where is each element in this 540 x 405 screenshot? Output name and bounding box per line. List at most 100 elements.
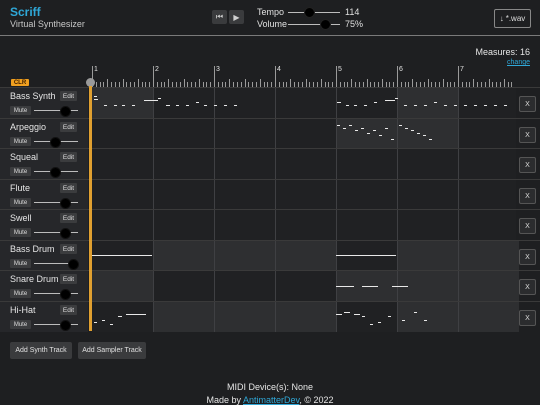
measure-divider [397, 119, 398, 149]
track-remove-button[interactable]: X [519, 96, 536, 112]
track-edit-button[interactable]: Edit [60, 213, 77, 223]
track-lane[interactable] [92, 241, 519, 271]
track-remove-button[interactable]: X [519, 310, 536, 326]
measure-divider [397, 180, 398, 210]
track-edit-button[interactable]: Edit [60, 91, 77, 101]
volume-slider-track[interactable] [288, 24, 340, 25]
track-lane[interactable] [92, 149, 516, 179]
skip-back-button[interactable]: ⏮ [212, 10, 227, 24]
track-volume-slider[interactable] [34, 202, 78, 203]
measure-divider [214, 149, 215, 179]
note-mark [336, 255, 396, 256]
track-lane[interactable] [92, 271, 519, 301]
add-sampler-track-button[interactable]: Add Sampler Track [78, 342, 146, 359]
measure-divider [275, 241, 276, 271]
track-mute-button[interactable]: Mute [10, 320, 31, 329]
measure-divider [458, 241, 459, 271]
track-row: Snare Drum Edit Mute X [0, 270, 540, 301]
track-lane[interactable] [92, 180, 516, 210]
pattern-block[interactable] [397, 88, 458, 118]
track-remove-button[interactable]: X [519, 279, 536, 295]
clear-button[interactable]: CLR [11, 79, 29, 86]
author-link[interactable]: AntimatterDev [243, 395, 299, 405]
track-remove-button[interactable]: X [519, 249, 536, 265]
ruler-tick [229, 79, 231, 87]
track-remove-button[interactable]: X [519, 157, 536, 173]
ruler-measure-number: 3 [216, 66, 220, 73]
pattern-block[interactable] [92, 88, 153, 118]
measure-divider [153, 88, 154, 118]
track-lane[interactable] [92, 119, 516, 149]
track-remove-button[interactable]: X [519, 127, 536, 143]
track-volume-knob[interactable] [60, 106, 71, 117]
note-mark [336, 314, 342, 315]
track-edit-button[interactable]: Edit [60, 152, 77, 162]
credit-suffix: , © 2022 [299, 395, 334, 405]
track-volume-knob[interactable] [60, 198, 71, 209]
track-mute-button[interactable]: Mute [10, 259, 31, 268]
measure-divider [153, 241, 154, 271]
track-lane[interactable] [92, 302, 519, 332]
track-edit-button[interactable]: Edit [60, 305, 77, 315]
measure-divider [336, 210, 337, 240]
note-mark [122, 105, 125, 106]
measure-divider [153, 210, 154, 240]
ruler-tick [381, 79, 383, 87]
track-volume-slider[interactable] [34, 324, 78, 325]
track-mute-button[interactable]: Mute [10, 137, 31, 146]
note-mark [378, 322, 381, 323]
track-volume-knob[interactable] [60, 289, 71, 300]
tempo-slider-knob[interactable] [304, 7, 315, 18]
note-mark [504, 105, 507, 106]
note-mark [94, 96, 97, 97]
track-volume-knob[interactable] [60, 228, 71, 239]
track-volume-knob[interactable] [60, 320, 71, 331]
note-mark [355, 130, 358, 131]
measure-divider [153, 149, 154, 179]
measure-divider [275, 180, 276, 210]
track-remove-button[interactable]: X [519, 218, 536, 234]
note-mark [434, 102, 437, 103]
track-volume-slider[interactable] [34, 110, 78, 111]
note-mark [114, 105, 117, 106]
track-mute-button[interactable]: Mute [10, 106, 31, 115]
track-edit-button[interactable]: Edit [60, 274, 77, 284]
note-mark [132, 105, 135, 106]
pattern-block[interactable] [153, 241, 336, 271]
track-lane[interactable] [92, 210, 516, 240]
track-remove-button[interactable]: X [519, 188, 536, 204]
track-volume-knob[interactable] [50, 137, 61, 148]
play-button[interactable]: ▶ [229, 10, 244, 24]
track-mute-button[interactable]: Mute [10, 289, 31, 298]
playhead-line [89, 86, 92, 331]
track-edit-button[interactable]: Edit [60, 122, 77, 132]
track-edit-button[interactable]: Edit [60, 244, 77, 254]
pattern-block[interactable] [92, 271, 153, 301]
download-wav-button[interactable]: ↓ *.wav [494, 9, 531, 28]
volume-slider-knob[interactable] [320, 19, 331, 30]
track-mute-button[interactable]: Mute [10, 167, 31, 176]
timeline-ruler[interactable]: 1 2 3 4 5 6 7 [88, 66, 516, 87]
measure-divider [275, 119, 276, 149]
track-lane[interactable] [92, 88, 516, 118]
track-volume-knob[interactable] [50, 167, 61, 178]
measures-change-link[interactable]: change [507, 59, 530, 66]
track-mute-button[interactable]: Mute [10, 228, 31, 237]
note-mark [343, 128, 346, 129]
note-mark [166, 105, 170, 106]
pattern-block[interactable] [153, 302, 336, 332]
tempo-label: Tempo [257, 7, 285, 17]
track-volume-slider[interactable] [34, 232, 78, 233]
track-volume-knob[interactable] [68, 259, 79, 270]
note-mark [186, 105, 189, 106]
ruler-tick [305, 79, 307, 87]
note-mark [411, 130, 414, 131]
add-synth-track-button[interactable]: Add Synth Track [10, 342, 72, 359]
volume-value: 75% [345, 19, 364, 29]
note-mark [404, 105, 407, 106]
tempo-value: 114 [345, 7, 360, 17]
measure-divider [153, 302, 154, 332]
track-volume-slider[interactable] [34, 293, 78, 294]
track-mute-button[interactable]: Mute [10, 198, 31, 207]
track-edit-button[interactable]: Edit [60, 183, 77, 193]
